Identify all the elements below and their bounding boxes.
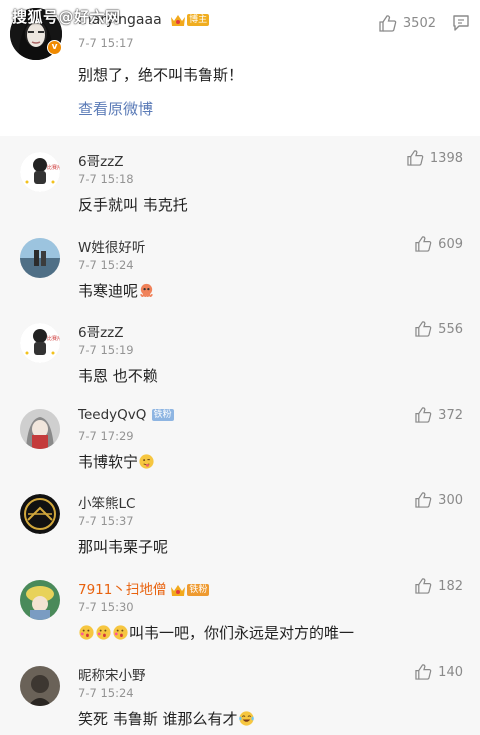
comment-text: 那叫韦栗子呢 bbox=[78, 538, 169, 556]
list-item: TeedyQvQ 铁粉 7-7 17:29 韦博软宁 372 bbox=[0, 393, 480, 479]
comment-text: 韦恩 也不赖 bbox=[78, 367, 158, 385]
comment-text: 笑死 韦鲁斯 谁那么有才 bbox=[78, 708, 255, 729]
thumb-up-icon bbox=[415, 321, 432, 337]
thumb-up-icon bbox=[407, 150, 424, 166]
thumb-up-icon bbox=[415, 236, 432, 252]
svg-text:比赛用: 比赛用 bbox=[47, 164, 60, 171]
comment-like-button[interactable]: 556 bbox=[415, 321, 463, 337]
commenter-avatar[interactable] bbox=[20, 494, 60, 534]
commenter-avatar[interactable]: 比赛用 bbox=[20, 152, 60, 192]
comment-like-button[interactable]: 609 bbox=[415, 236, 463, 252]
comment-text: 反手就叫 韦克托 bbox=[78, 196, 188, 214]
thumb-up-icon bbox=[415, 492, 432, 508]
thumb-up-icon bbox=[379, 15, 397, 32]
list-item: W姓很好听 7-7 15:24 韦寒迪呢 609 bbox=[0, 222, 480, 308]
like-count: 372 bbox=[438, 407, 463, 423]
thumb-up-icon bbox=[415, 664, 432, 680]
tongue-emoji-icon bbox=[139, 454, 154, 469]
octopus-emoji-icon bbox=[140, 283, 153, 298]
svg-text:比赛用: 比赛用 bbox=[47, 335, 60, 342]
like-count: 609 bbox=[438, 236, 463, 252]
list-item: 昵称宋小野 7-7 15:24 笑死 韦鲁斯 谁那么有才 140 bbox=[0, 650, 480, 735]
post-like-button[interactable]: 3502 bbox=[379, 15, 436, 32]
list-item: 7911丶扫地僧 铁粉 7-7 15:30 叫韦一吧，你们永远是对方的唯一 182 bbox=[0, 564, 480, 650]
commenter-avatar[interactable] bbox=[20, 580, 60, 620]
verified-icon: v bbox=[47, 40, 62, 55]
commenter-name[interactable]: 昵称宋小野 bbox=[78, 664, 146, 684]
comment-time: 7-7 17:29 bbox=[78, 429, 134, 443]
commenter-name[interactable]: TeedyQvQ 铁粉 bbox=[78, 407, 174, 423]
comment-like-button[interactable]: 1398 bbox=[407, 150, 463, 166]
comment-text: 叫韦一吧，你们永远是对方的唯一 bbox=[78, 622, 354, 643]
commenter-avatar[interactable] bbox=[20, 409, 60, 449]
commenter-avatar[interactable]: 比赛用 bbox=[20, 323, 60, 363]
post-text: 别想了，绝不叫韦鲁斯！ bbox=[78, 66, 244, 84]
commenter-name[interactable]: 小笨熊LC bbox=[78, 492, 135, 512]
commenter-name[interactable]: 7911丶扫地僧 铁粉 bbox=[78, 578, 210, 598]
crown-icon bbox=[171, 14, 186, 26]
fan-badge: 铁粉 bbox=[187, 584, 210, 596]
commenter-avatar[interactable] bbox=[20, 666, 60, 706]
view-original-link[interactable]: 查看原微博 bbox=[78, 98, 153, 119]
comment-text: 韦博软宁 bbox=[78, 451, 155, 472]
list-item: 比赛用 6哥zzZ 7-7 15:19 韦恩 也不赖 556 bbox=[0, 307, 480, 393]
watermark: 搜狐号@好六网 bbox=[12, 8, 121, 26]
chat-icon bbox=[453, 15, 469, 31]
like-count: 556 bbox=[438, 321, 463, 337]
commenter-name[interactable]: 6哥zzZ bbox=[78, 150, 124, 170]
list-item: 比赛用 6哥zzZ 7-7 15:18 反手就叫 韦克托 1398 bbox=[0, 136, 480, 222]
comment-time: 7-7 15:18 bbox=[78, 172, 134, 186]
comment-button[interactable] bbox=[452, 14, 470, 36]
list-item: 小笨熊LC 7-7 15:37 那叫韦栗子呢 300 bbox=[0, 478, 480, 564]
like-count: 182 bbox=[438, 578, 463, 594]
like-count: 140 bbox=[438, 664, 463, 680]
crown-icon bbox=[171, 584, 186, 596]
kiss-emoji-icon bbox=[96, 625, 111, 640]
commenter-name[interactable]: 6哥zzZ bbox=[78, 321, 124, 341]
comment-time: 7-7 15:24 bbox=[78, 686, 134, 700]
kiss-emoji-icon bbox=[79, 625, 94, 640]
post-like-count: 3502 bbox=[402, 16, 436, 31]
comment-time: 7-7 15:19 bbox=[78, 343, 134, 357]
post-time: 7-7 15:17 bbox=[78, 36, 134, 50]
comment-like-button[interactable]: 300 bbox=[415, 492, 463, 508]
fan-badge: 铁粉 bbox=[151, 409, 174, 421]
blogger-badge: 博主 bbox=[187, 14, 210, 26]
commenter-avatar[interactable] bbox=[20, 238, 60, 278]
comment-text: 韦寒迪呢 bbox=[78, 280, 155, 301]
comment-like-button[interactable]: 372 bbox=[415, 407, 463, 423]
laughing-emoji-icon bbox=[238, 711, 254, 726]
kiss-emoji-icon bbox=[113, 625, 128, 640]
comment-time: 7-7 15:30 bbox=[78, 600, 134, 614]
thumb-up-icon bbox=[415, 578, 432, 594]
commenter-name[interactable]: W姓很好听 bbox=[78, 236, 145, 256]
comment-time: 7-7 15:24 bbox=[78, 258, 134, 272]
comment-like-button[interactable]: 140 bbox=[415, 664, 463, 680]
like-count: 1398 bbox=[429, 150, 463, 166]
reply-list: 比赛用 6哥zzZ 7-7 15:18 反手就叫 韦克托 1398 W姓很好听 … bbox=[0, 136, 480, 735]
comment-like-button[interactable]: 182 bbox=[415, 578, 463, 594]
thumb-up-icon bbox=[415, 407, 432, 423]
comment-time: 7-7 15:37 bbox=[78, 514, 134, 528]
like-count: 300 bbox=[438, 492, 463, 508]
